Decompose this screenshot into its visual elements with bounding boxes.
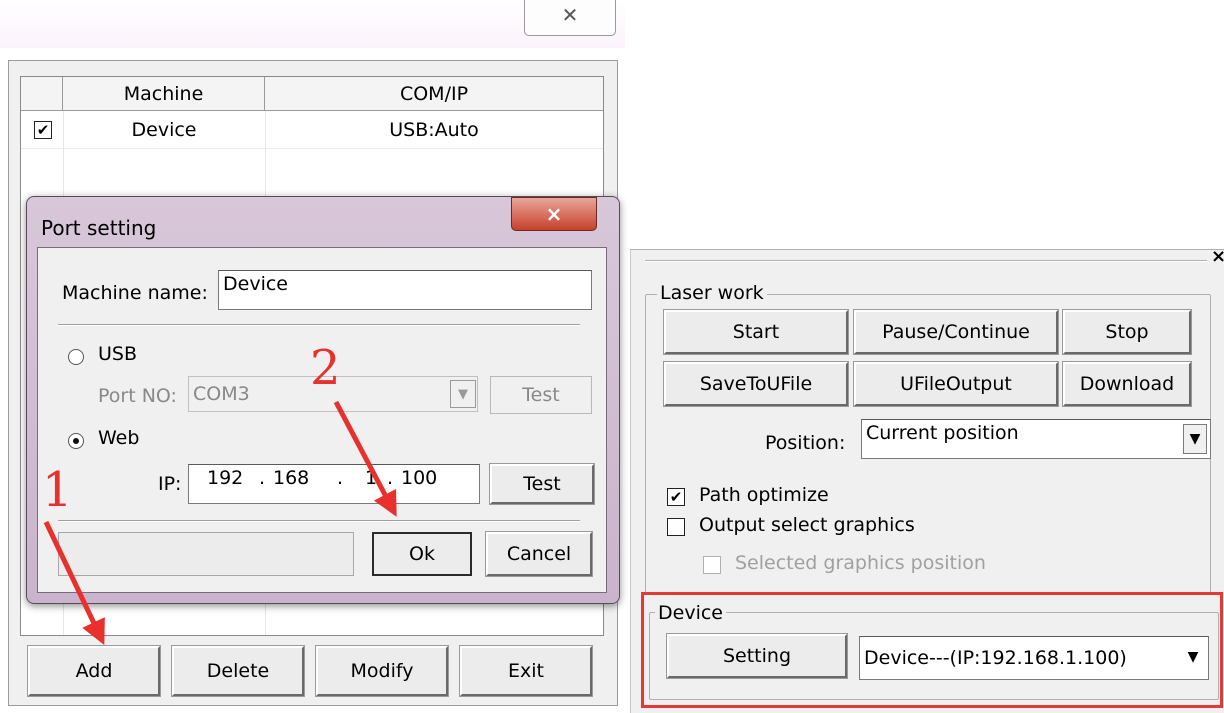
step-2-number: 2 [310,340,341,396]
arrow-step2 [333,400,397,517]
arrow-step1 [43,520,105,646]
annotation-overlay [43,400,397,646]
step-1-number: 1 [42,462,73,518]
